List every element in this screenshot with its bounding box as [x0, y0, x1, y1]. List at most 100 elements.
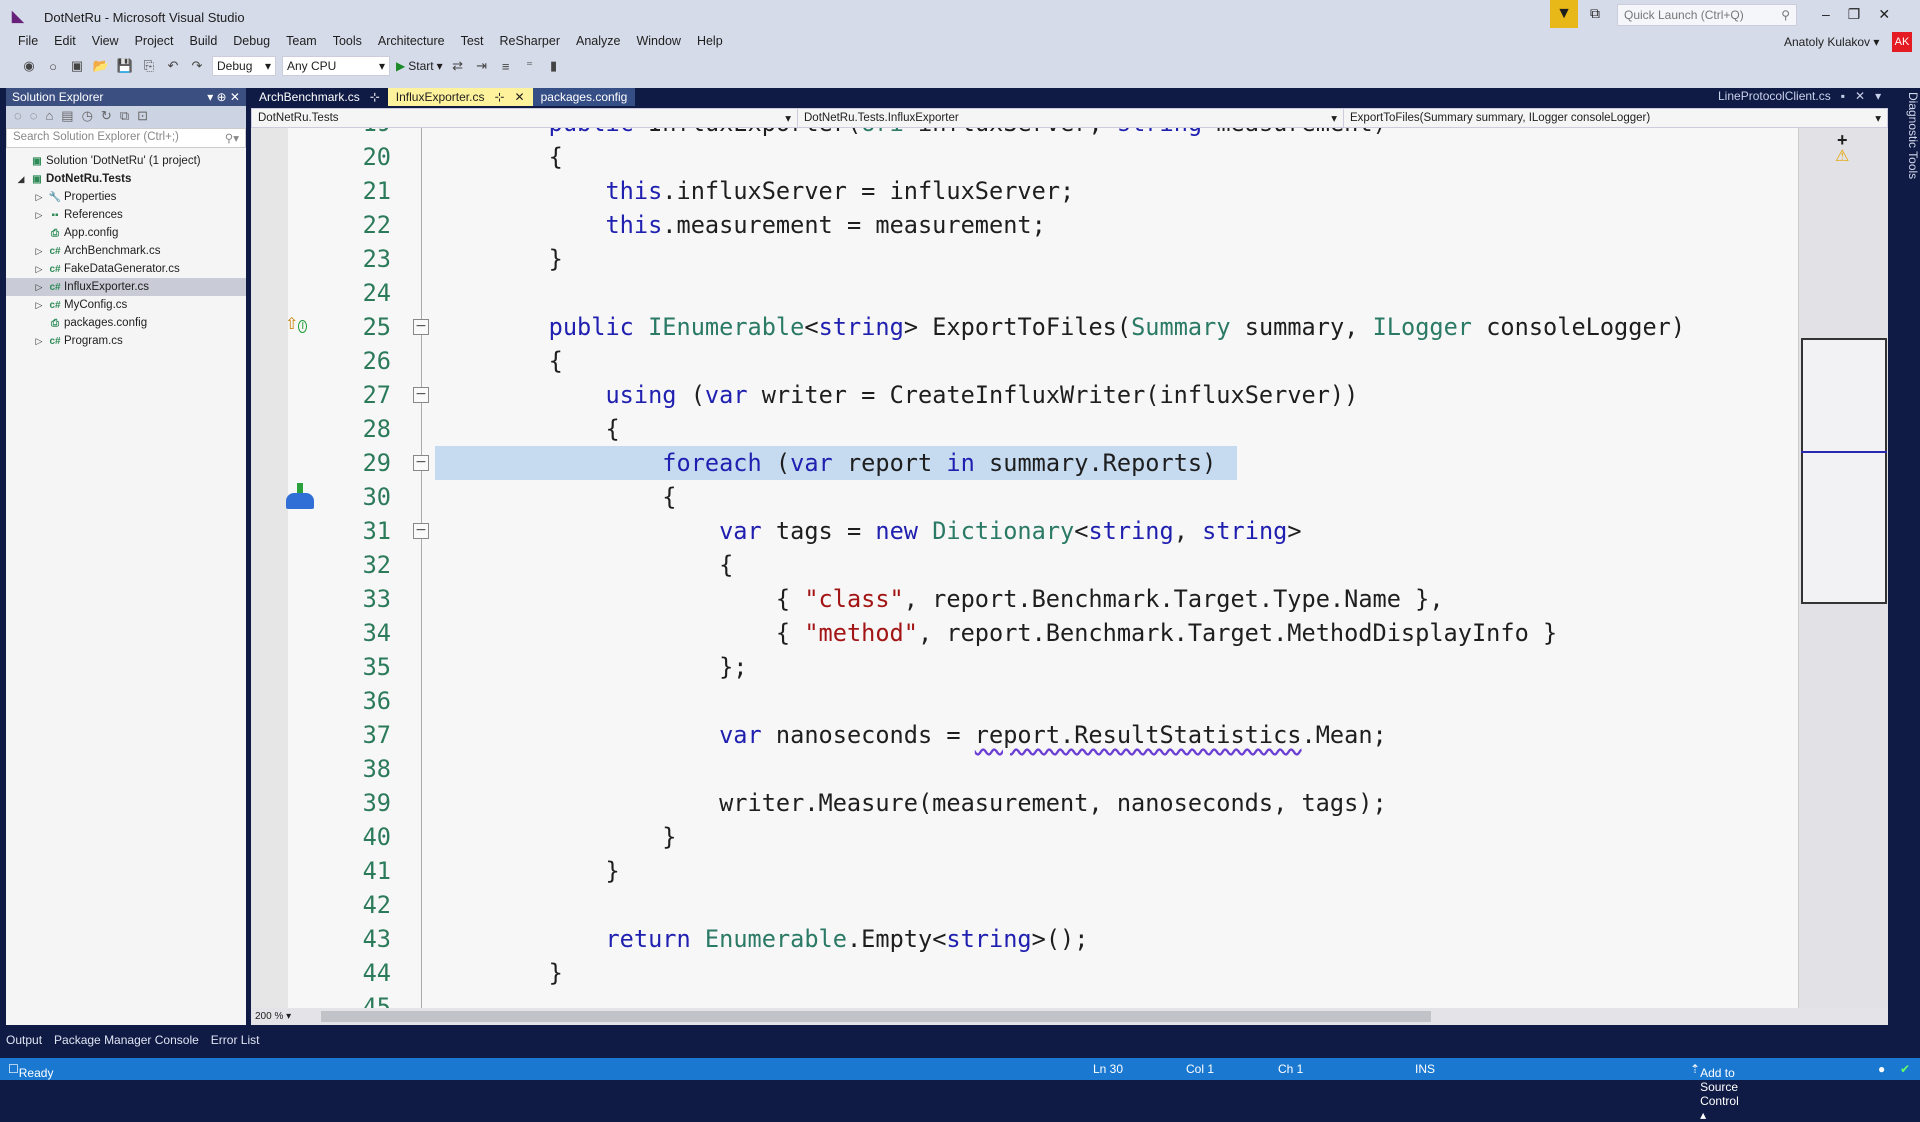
tree-item[interactable]: ▷ c# ArchBenchmark.cs	[6, 242, 246, 260]
member-dropdown[interactable]: ExportToFiles(Summary summary, ILogger c…	[1344, 109, 1887, 127]
code-editor[interactable]: 19 public InfluxExporter(Uri influxServe…	[251, 128, 1888, 1025]
tree-item[interactable]: ⎙ App.config	[6, 224, 246, 242]
menu-build[interactable]: Build	[181, 34, 225, 48]
pin-icon[interactable]: ⊹	[370, 90, 380, 104]
code-line[interactable]: 21 this.influxServer = influxServer;	[251, 174, 1798, 208]
platform-select[interactable]: Any CPU ▾	[282, 56, 390, 76]
menu-file[interactable]: File	[10, 34, 46, 48]
tree-item[interactable]: ▷ c# Program.cs	[6, 332, 246, 350]
tree-item[interactable]: ▣ Solution 'DotNetRu' (1 project)	[6, 152, 246, 170]
code-line[interactable]: 27 − using (var writer = CreateInfluxWrit…	[251, 378, 1798, 412]
bottom-tab-output[interactable]: Output	[6, 1033, 42, 1047]
comment-icon[interactable]: ⁼	[521, 57, 539, 75]
collapse-icon[interactable]: −	[413, 387, 429, 403]
forward-icon[interactable]: ○	[44, 57, 62, 75]
menu-view[interactable]: View	[84, 34, 127, 48]
code-line[interactable]: 26 {	[251, 344, 1798, 378]
quick-launch-input[interactable]: Quick Launch (Ctrl+Q) ⚲	[1617, 4, 1797, 26]
menu-team[interactable]: Team	[278, 34, 325, 48]
code-line[interactable]: 44 }	[251, 956, 1798, 990]
code-line[interactable]: 42	[251, 888, 1798, 922]
tab-list-icon[interactable]: ▾	[1875, 89, 1881, 103]
menu-edit[interactable]: Edit	[46, 34, 84, 48]
code-line[interactable]: 33 { "class", report.Benchmark.Target.Ty…	[251, 582, 1798, 616]
code-line[interactable]: 40 }	[251, 820, 1798, 854]
browser-link-icon[interactable]: ⇄	[449, 57, 467, 75]
expander-icon[interactable]: ▷	[32, 192, 46, 203]
minimize-button[interactable]: ‒	[1822, 6, 1830, 23]
tab-influxexporter-cs[interactable]: InfluxExporter.cs ⊹ ✕	[387, 88, 533, 106]
expander-icon[interactable]: ▷	[32, 210, 46, 221]
indent-icon[interactable]: ≡	[497, 57, 515, 75]
tree-item[interactable]: ▷ ▪▪ References	[6, 206, 246, 224]
menu-project[interactable]: Project	[127, 34, 182, 48]
code-line[interactable]: 38	[251, 752, 1798, 786]
code-line[interactable]: 29 − foreach (var report in summary.Repor…	[251, 446, 1798, 480]
menu-window[interactable]: Window	[628, 34, 688, 48]
code-line[interactable]: 34 { "method", report.Benchmark.Target.M…	[251, 616, 1798, 650]
code-line[interactable]: 43 return Enumerable.Empty<string>();	[251, 922, 1798, 956]
code-line[interactable]: 45	[251, 990, 1798, 1008]
collapse-icon[interactable]: −	[413, 455, 429, 471]
code-line[interactable]: 19 public InfluxExporter(Uri influxServe…	[251, 128, 1798, 140]
code-line[interactable]: 39 writer.Measure(measurement, nanosecon…	[251, 786, 1798, 820]
bottom-tab-error-list[interactable]: Error List	[211, 1033, 260, 1047]
menu-tools[interactable]: Tools	[325, 34, 370, 48]
class-dropdown[interactable]: DotNetRu.Tests.InfluxExporter ▾	[798, 109, 1344, 127]
code-line[interactable]: 36	[251, 684, 1798, 718]
notifications-icon[interactable]: ●	[1878, 1062, 1885, 1076]
avatar[interactable]: AK	[1892, 32, 1912, 52]
save-all-icon[interactable]: ⎘	[140, 57, 158, 75]
configuration-select[interactable]: Debug ▾	[212, 56, 276, 76]
code-line[interactable]: 37 var nanoseconds = report.ResultStatis…	[251, 718, 1798, 752]
tree-item[interactable]: ▷ 🔧 Properties	[6, 188, 246, 206]
expander-icon[interactable]: ◢	[14, 174, 28, 185]
feedback-icon[interactable]: ⧉	[1590, 5, 1600, 22]
solution-search-input[interactable]: Search Solution Explorer (Ctrl+;) ⚲▾	[6, 128, 246, 148]
pin-icon[interactable]: ⊹	[494, 90, 504, 104]
scroll-thumb[interactable]	[321, 1011, 1431, 1022]
code-line[interactable]: 23 }	[251, 242, 1798, 276]
pane-controls[interactable]: ▾ ⊕ ✕	[207, 90, 240, 104]
tab-archbenchmark-cs[interactable]: ArchBenchmark.cs ⊹	[251, 88, 388, 106]
overview-scrollbar[interactable]: + ⚠	[1798, 128, 1888, 1008]
expander-icon[interactable]: ▷	[32, 300, 46, 311]
tree-item[interactable]: ▷ c# InfluxExporter.cs	[6, 278, 246, 296]
tree-item[interactable]: ◢ ▣ DotNetRu.Tests	[6, 170, 246, 188]
code-line[interactable]: 25− public IEnumerable<string> ExportToF…	[251, 310, 1798, 344]
override-indicator-icon[interactable]: ⇧ I	[285, 314, 308, 334]
tab-lineprotocolclient[interactable]: LineProtocolClient.cs ▪ ✕ ▾	[1718, 89, 1881, 103]
close-icon[interactable]: ✕	[1855, 89, 1865, 103]
code-line[interactable]: 35 };	[251, 650, 1798, 684]
expander-icon[interactable]: ▷	[32, 282, 46, 293]
code-area[interactable]: 19 public InfluxExporter(Uri influxServe…	[251, 128, 1798, 1008]
zoom-level[interactable]: 200 % ▾	[251, 1011, 307, 1022]
quick-fix-brush-icon[interactable]	[286, 483, 314, 509]
menu-test[interactable]: Test	[453, 34, 492, 48]
code-line[interactable]: 30 {	[251, 480, 1798, 514]
code-line[interactable]: 41 }	[251, 854, 1798, 888]
horizontal-scrollbar[interactable]: 200 % ▾	[251, 1008, 1888, 1025]
warning-icon[interactable]: ⚠	[1835, 146, 1849, 166]
close-icon[interactable]: ✕	[515, 90, 525, 104]
back-icon[interactable]: ◉	[20, 57, 38, 75]
code-line[interactable]: 28 {	[251, 412, 1798, 446]
code-line[interactable]: 24	[251, 276, 1798, 310]
notification-filter-icon[interactable]: ▼	[1550, 0, 1578, 28]
collapse-icon[interactable]: −	[413, 319, 429, 335]
restore-button[interactable]: ❐	[1848, 6, 1861, 23]
step-icon[interactable]: ⇥	[473, 57, 491, 75]
menu-resharper[interactable]: ReSharper	[492, 34, 568, 48]
start-button[interactable]: ▶ Start ▾	[396, 59, 443, 73]
code-line[interactable]: 31− var tags = new Dictionary<string, st…	[251, 514, 1798, 548]
solution-explorer-toolbar[interactable]: ◌◌⌂▤◷↻⧉⊡	[6, 106, 246, 128]
diagnostic-tools-tab[interactable]: Diagnostic Tools	[1892, 88, 1920, 288]
undo-icon[interactable]: ↶	[164, 57, 182, 75]
menu-analyze[interactable]: Analyze	[568, 34, 628, 48]
collapse-icon[interactable]: −	[413, 523, 429, 539]
tree-item[interactable]: ⎙ packages.config	[6, 314, 246, 332]
code-line[interactable]: 32 {	[251, 548, 1798, 582]
save-icon[interactable]: 💾	[116, 57, 134, 75]
user-name[interactable]: Anatoly Kulakov ▾	[1784, 35, 1879, 49]
pin-icon[interactable]: ▪	[1841, 89, 1845, 103]
